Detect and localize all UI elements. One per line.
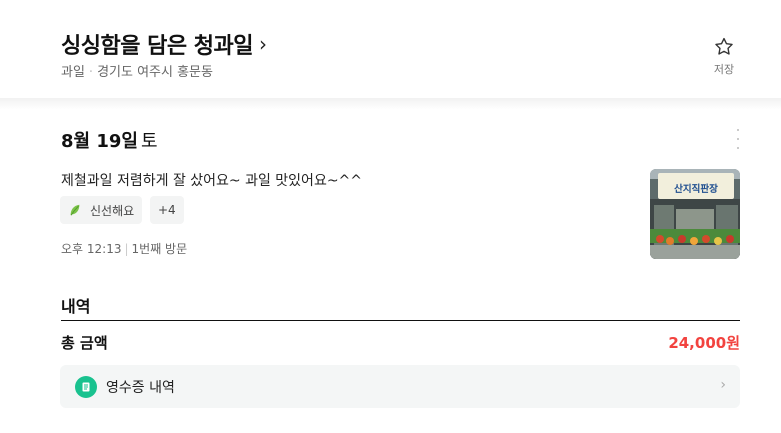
receipt-icon [75,375,97,398]
visit-time: 오후 12:13 [61,242,122,256]
review-photo-thumbnail[interactable]: 산지직판장 [650,169,740,259]
review-text: 제철과일 저렴하게 잘 샀어요~ 과일 맛있어요~^^ [61,173,363,189]
receipt-label: 영수증 내역 [106,379,175,396]
visit-date-day: 8월 19일 [61,131,138,152]
more-tags-button[interactable]: +4 [150,196,184,224]
details-section-title: 내역 [61,297,91,316]
section-divider [0,98,781,110]
visit-meta: 오후 12:13 | 1번째 방문 [61,240,187,257]
store-subtitle: 과일 · 경기도 여주시 홍문동 [61,61,213,80]
total-amount-value: 24,000원 [668,334,740,352]
more-options-button[interactable] [733,129,743,149]
receipt-details-button[interactable]: 영수증 내역 › [60,365,740,408]
section-rule [61,320,740,321]
thumbnail-sign-text: 산지직판장 [674,183,718,195]
visit-count: 1번째 방문 [131,242,188,256]
chevron-right-icon: › [258,32,267,56]
leaf-icon [70,204,80,216]
store-address: 경기도 여주시 홍문동 [97,65,213,80]
dot-icon [737,129,739,131]
store-title-link[interactable]: 싱싱함을 담은 청과일 › [61,28,267,60]
separator-dot: · [88,65,94,80]
store-header: 싱싱함을 담은 청과일 › 과일 · 경기도 여주시 홍문동 저장 [0,0,781,98]
dot-icon [737,147,739,149]
save-button[interactable]: 저장 [706,36,742,78]
visit-date: 8월 19일 토 [61,127,158,153]
total-amount-label: 총 금액 [61,334,108,352]
storefront-photo: 산지직판장 [650,169,740,259]
save-label: 저장 [713,63,735,76]
chevron-right-icon: › [720,377,726,393]
review-tag-label: 신선해요 [90,203,135,218]
visit-day-of-week: 토 [140,131,158,152]
store-category: 과일 [61,65,85,80]
meta-separator: | [124,242,129,256]
dot-icon [737,138,739,140]
store-name: 싱싱함을 담은 청과일 [61,34,253,59]
star-outline-icon [715,37,733,55]
review-tag[interactable]: 신선해요 [60,196,143,224]
